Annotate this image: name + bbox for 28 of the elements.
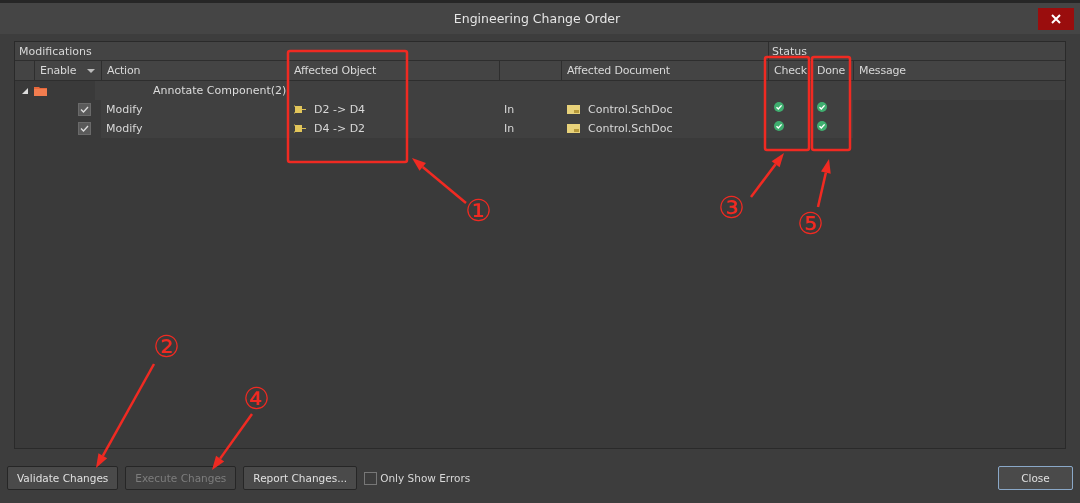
- group-header: Modifications: [15, 42, 768, 61]
- window-title: Engineering Change Order: [453, 11, 621, 26]
- table-cell: Modify: [101, 100, 288, 119]
- column-header[interactable]: Message: [853, 61, 1065, 81]
- callout-number: ①: [465, 196, 492, 226]
- checkbox-option[interactable]: Only Show Errors: [364, 471, 471, 485]
- table-cell: D4 -> D2: [314, 122, 366, 135]
- column-header[interactable]: Action: [101, 61, 288, 81]
- callout-number: ⑤: [797, 209, 824, 239]
- group-label: Annotate Component(2): [95, 81, 1065, 100]
- table-cell: Control.SchDoc: [588, 122, 673, 135]
- column-header[interactable]: Affected Object: [288, 61, 499, 81]
- close-button[interactable]: Close: [998, 466, 1073, 490]
- column-header[interactable]: Affected Document: [561, 61, 768, 81]
- action-button[interactable]: Validate Changes: [7, 466, 119, 490]
- callout-number: ④: [243, 384, 270, 414]
- table-cell: In: [499, 100, 561, 119]
- column-header[interactable]: Done: [811, 61, 853, 81]
- callout-number: ③: [718, 193, 745, 223]
- table-cell: D2 -> D4: [314, 103, 366, 116]
- table-cell: In: [499, 119, 561, 138]
- table-cell: Control.SchDoc: [588, 103, 673, 116]
- column-header[interactable]: Enable: [34, 61, 101, 81]
- action-button[interactable]: Report Changes...: [243, 466, 358, 490]
- table-cell: Modify: [101, 119, 288, 138]
- group-header: Status: [768, 42, 1065, 61]
- callout-number: ②: [153, 332, 180, 362]
- column-header[interactable]: Check: [768, 61, 811, 81]
